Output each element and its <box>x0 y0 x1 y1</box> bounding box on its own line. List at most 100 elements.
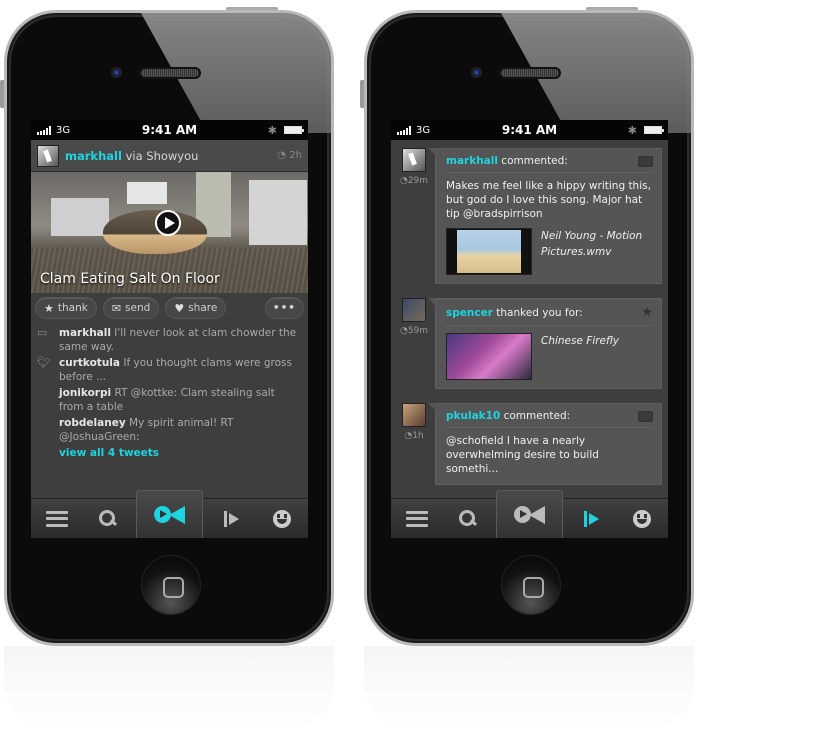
video-title: Neil Young - Motion Pictures.wmv <box>541 230 643 258</box>
tab-bar <box>31 490 308 538</box>
tab-home[interactable] <box>494 490 566 538</box>
post-age: ◔ 2h <box>277 150 302 161</box>
tab-home[interactable] <box>134 490 206 538</box>
send-button[interactable]: ✉ send <box>102 297 160 319</box>
menu-icon <box>45 510 68 527</box>
clock: 9:41 AM <box>501 123 558 137</box>
smiley-icon <box>633 509 652 528</box>
notification-user[interactable]: markhall <box>446 155 498 167</box>
share-label: share <box>188 302 218 314</box>
comment-icon <box>638 155 653 167</box>
comment-icon: ▭ <box>37 326 48 339</box>
video-thumbnail[interactable] <box>446 228 532 275</box>
flag-icon <box>223 510 239 527</box>
tweet-user[interactable]: markhall <box>59 327 111 339</box>
notification-age: ◔1h <box>404 431 424 441</box>
thank-button[interactable]: ★ thank <box>35 297 97 319</box>
scene-microwave <box>127 182 167 204</box>
comment-icon <box>638 410 653 422</box>
avatar[interactable] <box>402 148 426 172</box>
tab-activity[interactable] <box>565 499 616 538</box>
tab-profile[interactable] <box>257 499 308 538</box>
post-header: markhall via Showyou ◔ 2h <box>31 140 308 172</box>
tweet-user[interactable]: jonikorpi <box>59 387 111 399</box>
notification-card: pkulak10 commented: @schofield I have a … <box>428 403 662 485</box>
bluetooth-icon: ✱ <box>267 123 277 137</box>
home-button[interactable] <box>141 555 201 615</box>
tab-profile[interactable] <box>617 499 668 538</box>
notification-card: markhall commented: Makes me feel like a… <box>428 148 662 284</box>
flag-icon <box>583 510 599 527</box>
more-button[interactable]: ••• <box>264 297 304 319</box>
notification-action: commented: <box>503 410 571 422</box>
media-item[interactable]: Neil Young - Motion Pictures.wmv <box>446 228 653 275</box>
signal-icon <box>37 125 51 135</box>
carrier-label: 3G <box>416 124 431 136</box>
notification-user[interactable]: spencer <box>446 307 493 319</box>
send-label: send <box>125 302 151 314</box>
notification-user[interactable]: pkulak10 <box>446 410 500 422</box>
twitter-bird-icon: 🐦︎ <box>37 356 51 369</box>
bluetooth-icon: ✱ <box>627 123 637 137</box>
tweet-user[interactable]: curtkotula <box>59 357 120 369</box>
comment-text: @schofield I have a nearly overwhelming … <box>446 435 599 475</box>
notification-item[interactable]: ◔29m markhall commented: Makes me feel l… <box>397 148 662 284</box>
home-button[interactable] <box>501 555 561 615</box>
tweet-icon-spacer <box>37 386 59 414</box>
earpiece-speaker <box>499 67 561 79</box>
tab-bar <box>391 490 668 538</box>
age-text: 1h <box>412 431 424 441</box>
activity-feed: ◔29m markhall commented: Makes me feel l… <box>391 140 668 485</box>
screen-video-detail: 3G 9:41 AM ✱ markhall via Showyou ◔ 2h C… <box>31 120 308 538</box>
scene-stove <box>51 198 109 236</box>
list-item: robdelaney My spirit animal! RT @JoshuaG… <box>37 416 302 444</box>
avatar[interactable] <box>402 403 426 427</box>
tab-search[interactable] <box>442 499 493 538</box>
phone-bezel: 3G 9:41 AM ✱ markhall via Showyou ◔ 2h C… <box>4 10 334 646</box>
notification-item[interactable]: ◔1h pkulak10 commented: @schofield I hav… <box>397 403 662 485</box>
notification-age: ◔59m <box>399 326 429 336</box>
notification-item[interactable]: ◔59m spencer thanked you for: ★ Chinese … <box>397 298 662 389</box>
thank-label: thank <box>57 302 88 314</box>
post-age-text: 2h <box>289 150 302 161</box>
tab-activity[interactable] <box>205 499 256 538</box>
share-button[interactable]: ♥ share <box>165 297 227 319</box>
post-username[interactable]: markhall <box>65 149 122 163</box>
envelope-icon: ✉ <box>111 301 122 315</box>
more-icon: ••• <box>272 302 296 314</box>
tweet-user[interactable]: robdelaney <box>59 417 126 429</box>
notification-action: thanked you for: <box>496 306 583 319</box>
phone-reflection <box>364 646 694 732</box>
carrier-label: 3G <box>56 124 71 136</box>
star-icon: ★ <box>44 301 54 315</box>
battery-icon <box>284 126 304 134</box>
tab-menu[interactable] <box>31 499 82 538</box>
avatar[interactable] <box>402 298 426 322</box>
tab-search[interactable] <box>82 499 133 538</box>
comment-text: Makes me feel like a hippy writing this,… <box>446 180 651 220</box>
list-item: jonikorpi RT @kottke: Clam stealing salt… <box>37 386 302 414</box>
front-camera <box>111 67 122 78</box>
phone-right: 3G 9:41 AM ✱ ◔29m markhall commented: Ma… <box>360 7 694 646</box>
phone-left: 3G 9:41 AM ✱ markhall via Showyou ◔ 2h C… <box>0 7 334 646</box>
video-thumbnail[interactable] <box>446 333 532 380</box>
play-icon[interactable] <box>155 210 181 236</box>
battery-icon <box>644 126 664 134</box>
signal-icon <box>397 125 411 135</box>
tweet-list: ▭ markhall I'll never look at clam chowd… <box>31 323 308 460</box>
tab-menu[interactable] <box>391 499 442 538</box>
post-via: via Showyou <box>125 148 199 163</box>
video-thumbnail[interactable]: Clam Eating Salt On Floor <box>31 172 308 293</box>
view-all-tweets-link[interactable]: view all 4 tweets <box>37 446 302 460</box>
avatar[interactable] <box>37 144 59 167</box>
scene-clam <box>103 210 207 254</box>
search-icon <box>98 509 117 528</box>
heart-icon: ♥ <box>174 301 185 315</box>
status-bar: 3G 9:41 AM ✱ <box>31 120 308 140</box>
notification-age: ◔29m <box>399 176 429 186</box>
age-text: 59m <box>407 326 429 336</box>
media-item[interactable]: Chinese Firefly <box>446 333 653 380</box>
action-bar: ★ thank ✉ send ♥ share ••• <box>31 293 308 323</box>
notification-action: commented: <box>501 155 568 167</box>
age-text: 29m <box>407 176 429 186</box>
